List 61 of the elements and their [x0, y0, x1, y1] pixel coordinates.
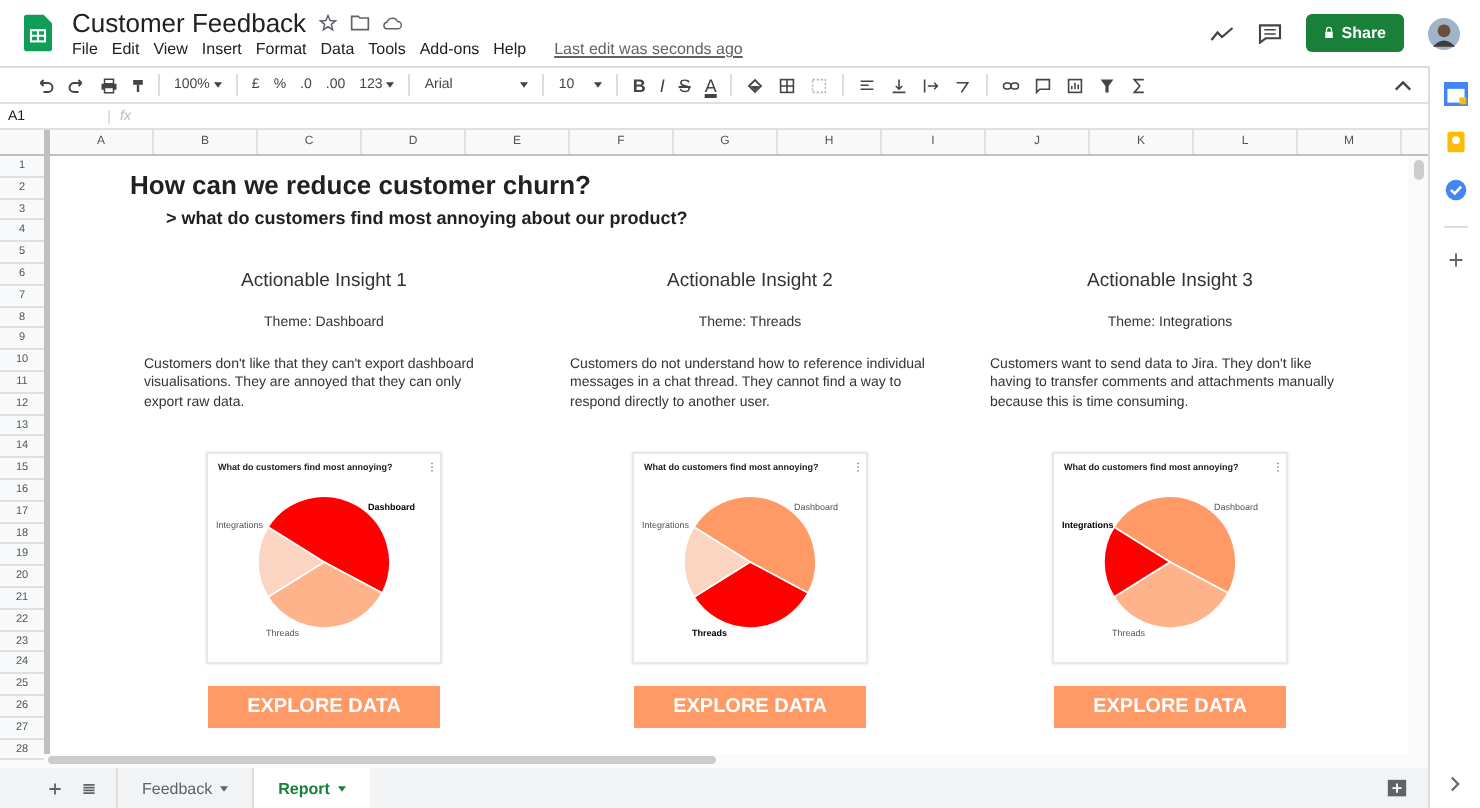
- menu-item[interactable]: Tools: [368, 40, 406, 58]
- borders-icon[interactable]: [778, 77, 797, 93]
- caret-icon: [594, 82, 603, 88]
- menu-item[interactable]: File: [72, 40, 98, 58]
- folder-icon[interactable]: [350, 14, 371, 32]
- strikethrough-button[interactable]: S: [678, 75, 691, 95]
- caret-icon: [520, 82, 529, 88]
- insight-title: Actionable Insight 3: [1087, 270, 1253, 292]
- bold-button[interactable]: B: [632, 75, 646, 95]
- avatar-icon[interactable]: [1428, 17, 1460, 49]
- tasks-icon[interactable]: [1443, 178, 1467, 202]
- fill-color-icon[interactable]: [746, 77, 765, 93]
- text-wrap-icon[interactable]: [922, 77, 941, 93]
- scrollbar-thumb[interactable]: [1413, 160, 1423, 180]
- chart-icon[interactable]: [1066, 77, 1085, 93]
- trend-line-icon[interactable]: [1209, 23, 1234, 43]
- undo-icon[interactable]: [36, 77, 54, 93]
- caret-icon: [386, 82, 395, 88]
- menu-item[interactable]: Format: [255, 40, 307, 58]
- comment-icon[interactable]: [1257, 23, 1282, 43]
- explore-icon[interactable]: [1386, 777, 1408, 799]
- calendar-icon[interactable]: [1443, 82, 1467, 106]
- all-sheets-icon[interactable]: [82, 781, 96, 795]
- align-left-icon[interactable]: [858, 77, 877, 93]
- star-icon[interactable]: [318, 14, 339, 32]
- text-color-button[interactable]: A: [704, 75, 717, 95]
- caret-icon: [220, 785, 229, 791]
- vertical-align-icon[interactable]: [890, 77, 909, 93]
- functions-icon[interactable]: [1130, 77, 1149, 93]
- filter-icon[interactable]: [1098, 77, 1117, 93]
- collapse-icon[interactable]: [1394, 77, 1412, 93]
- sheet-tab[interactable]: Report: [252, 768, 370, 808]
- scrollbar-thumb[interactable]: [48, 756, 716, 764]
- print-icon[interactable]: [100, 77, 118, 93]
- link-icon[interactable]: [1002, 77, 1021, 93]
- menu-item[interactable]: Data: [320, 40, 355, 58]
- report-subheading: > what do customers find most annoying about our product?: [166, 208, 690, 228]
- comment-icon[interactable]: [1034, 77, 1053, 93]
- share-button[interactable]: Share: [1305, 14, 1404, 52]
- insight-title: Actionable Insight 2: [667, 270, 833, 292]
- menu-item[interactable]: Insert: [201, 40, 242, 58]
- add-icon[interactable]: [1447, 252, 1463, 268]
- text-rotate-icon[interactable]: [954, 77, 973, 93]
- merge-cells-icon[interactable]: [810, 77, 829, 93]
- add-sheet-icon[interactable]: [48, 781, 62, 795]
- sheets-logo-icon[interactable]: [24, 14, 52, 52]
- menu-item[interactable]: View: [153, 40, 188, 58]
- italic-button[interactable]: I: [659, 75, 665, 95]
- insight-title: Actionable Insight 1: [241, 270, 407, 292]
- cloud-icon[interactable]: [382, 14, 403, 32]
- document-title[interactable]: Customer Feedback: [72, 8, 307, 38]
- last-edit-link[interactable]: Last edit was seconds ago: [554, 40, 743, 58]
- menu-item[interactable]: Help: [493, 40, 527, 58]
- lock-icon: [1323, 26, 1334, 40]
- report-heading: How can we reduce customer churn?: [130, 170, 593, 200]
- paint-format-icon[interactable]: [132, 77, 144, 93]
- redo-icon[interactable]: [68, 77, 86, 93]
- menu-item[interactable]: Edit: [111, 40, 140, 58]
- caret-icon: [213, 82, 222, 88]
- caret-icon: [337, 785, 346, 791]
- menu-item[interactable]: Add-ons: [419, 40, 480, 58]
